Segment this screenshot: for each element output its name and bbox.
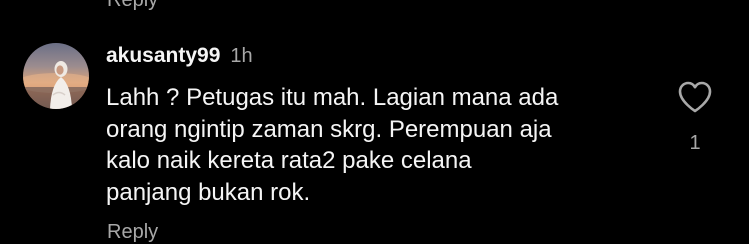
like-button[interactable] — [677, 80, 713, 114]
like-count: 1 — [689, 132, 701, 154]
avatar[interactable] — [23, 43, 89, 109]
username-link[interactable]: akusanty99 — [106, 44, 220, 68]
reply-button[interactable]: Reply — [107, 220, 158, 244]
comment-header: akusanty99 1h — [106, 44, 253, 70]
like-section: 1 — [675, 80, 715, 155]
avatar-image — [23, 61, 89, 109]
heart-outline-icon — [678, 81, 712, 113]
comment-item: akusanty99 1h Lahh ? Petugas itu mah. La… — [0, 0, 749, 244]
comment-timestamp: 1h — [230, 45, 253, 67]
comment-text: Lahh ? Petugas itu mah. Lagian mana ada … — [106, 84, 559, 206]
